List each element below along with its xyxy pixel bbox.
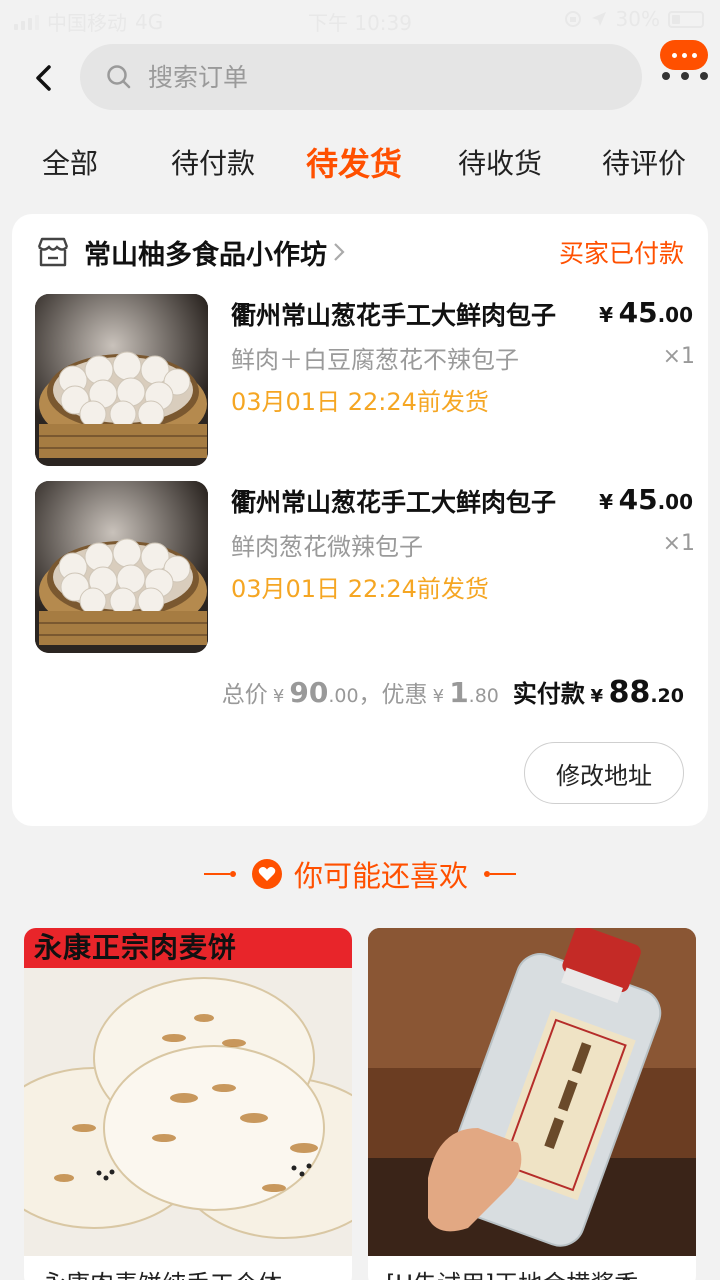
total-integer: 90 <box>289 676 329 709</box>
discount-integer: 1 <box>449 676 469 709</box>
product-sku: 鲜肉＋白豆腐葱花不辣包子 <box>231 346 519 374</box>
recommend-image <box>368 928 696 1256</box>
price-integer: 45 <box>618 483 658 516</box>
total-decimal: .00 <box>328 685 359 707</box>
heart-icon <box>251 859 282 889</box>
product-price: ¥ 45.00 <box>599 483 693 516</box>
battery-level <box>672 14 680 24</box>
shop-name: 常山柚多食品小作坊 <box>84 239 327 271</box>
search-box[interactable] <box>80 44 642 110</box>
price-currency: ¥ <box>599 490 614 514</box>
shop-link[interactable]: 常山柚多食品小作坊 <box>36 232 345 272</box>
price-currency: ¥ <box>599 303 614 327</box>
tab-pending-payment[interactable]: 待付款 <box>171 136 255 192</box>
recommend-title-text: 永康肉麦饼纯手工个体 <box>42 1264 342 1280</box>
back-button[interactable] <box>28 60 58 96</box>
ship-deadline: 03月01日 22:24前发货 <box>231 575 489 603</box>
product-qty: ×1 <box>662 344 695 369</box>
tab-pending-receipt[interactable]: 待收货 <box>458 136 542 192</box>
tab-pending-shipment[interactable]: 待发货 <box>306 136 402 192</box>
order-item[interactable]: 衢州常山葱花手工大鲜肉包子 ¥ 45.00 鲜肉＋白豆腐葱花不辣包子 ×1 03… <box>35 294 695 466</box>
search-input[interactable] <box>148 62 568 92</box>
modify-address-button[interactable]: 修改地址 <box>524 742 684 804</box>
search-icon <box>107 65 131 89</box>
paid-label: 实付款 <box>512 680 585 708</box>
recommend-title: 你可能还喜欢 <box>293 859 468 893</box>
total-label: 总价 <box>221 682 268 708</box>
order-tabs: 全部 待付款 待发货 待收货 待评价 <box>0 136 720 192</box>
lock-rotation-icon <box>564 11 581 27</box>
order-card: 常山柚多食品小作坊 买家已付款 衢州常山葱花手工大鲜肉包子 ¥ 45.00 鲜肉… <box>12 214 708 826</box>
more-menu-icon <box>660 40 708 70</box>
status-right: 30% <box>564 7 704 31</box>
total-amount: ¥ 90.00 <box>268 676 359 709</box>
recommend-banner: 永康正宗肉麦饼 <box>24 928 352 968</box>
product-qty: ×1 <box>662 531 695 556</box>
battery-icon <box>668 10 704 28</box>
price-decimal: .00 <box>657 490 693 514</box>
back-arrow-icon <box>36 65 51 91</box>
price-decimal: .00 <box>657 303 693 327</box>
order-item[interactable]: 衢州常山葱花手工大鲜肉包子 ¥ 45.00 鲜肉葱花微辣包子 ×1 03月01日… <box>35 481 695 653</box>
paid-amount: ¥ 88.20 <box>585 675 684 710</box>
order-status: 买家已付款 <box>558 239 684 268</box>
discount-label: ，优惠 <box>358 682 428 708</box>
product-sku: 鲜肉葱花微辣包子 <box>231 533 423 561</box>
location-arrow-icon <box>591 12 606 26</box>
divider-right <box>484 871 516 877</box>
discount-amount: ¥ 1.80 <box>428 676 499 709</box>
more-menu-dots <box>662 72 708 80</box>
paid-decimal: .20 <box>650 685 684 707</box>
product-image <box>35 294 208 466</box>
discount-decimal: .80 <box>468 685 499 707</box>
product-title: 衢州常山葱花手工大鲜肉包子 <box>231 301 557 330</box>
recommend-header: 你可能还喜欢 <box>0 852 720 896</box>
order-summary: 总价 ¥ 90.00 ，优惠 ¥ 1.80 实付款 ¥ 88.20 <box>222 674 684 710</box>
tab-all[interactable]: 全部 <box>42 136 98 192</box>
currency-symbol: ¥ <box>272 686 285 707</box>
recommend-title-text: [U先试用]王地会横酱香 <box>386 1264 686 1280</box>
recommend-card[interactable]: [U先试用]王地会横酱香 <box>368 928 696 1280</box>
more-menu-button[interactable] <box>660 40 708 84</box>
paid-integer: 88 <box>608 675 651 710</box>
battery-percent: 30% <box>615 7 660 31</box>
price-integer: 45 <box>618 296 658 329</box>
ship-deadline: 03月01日 22:24前发货 <box>231 388 489 416</box>
currency-symbol: ¥ <box>590 686 603 707</box>
product-image <box>35 481 208 653</box>
recommend-image: 永康正宗肉麦饼 <box>24 928 352 1256</box>
divider-left <box>203 871 236 877</box>
tab-pending-review[interactable]: 待评价 <box>602 136 686 192</box>
status-bar: 中国移动 4G 下午 10:39 30% <box>0 0 720 38</box>
currency-symbol: ¥ <box>432 686 445 707</box>
shop-icon <box>37 237 69 267</box>
product-price: ¥ 45.00 <box>599 296 693 329</box>
chevron-right-icon <box>333 242 345 262</box>
recommend-card[interactable]: 永康正宗肉麦饼 永康肉麦饼纯手工个体 <box>24 928 352 1280</box>
product-title: 衢州常山葱花手工大鲜肉包子 <box>231 488 557 517</box>
